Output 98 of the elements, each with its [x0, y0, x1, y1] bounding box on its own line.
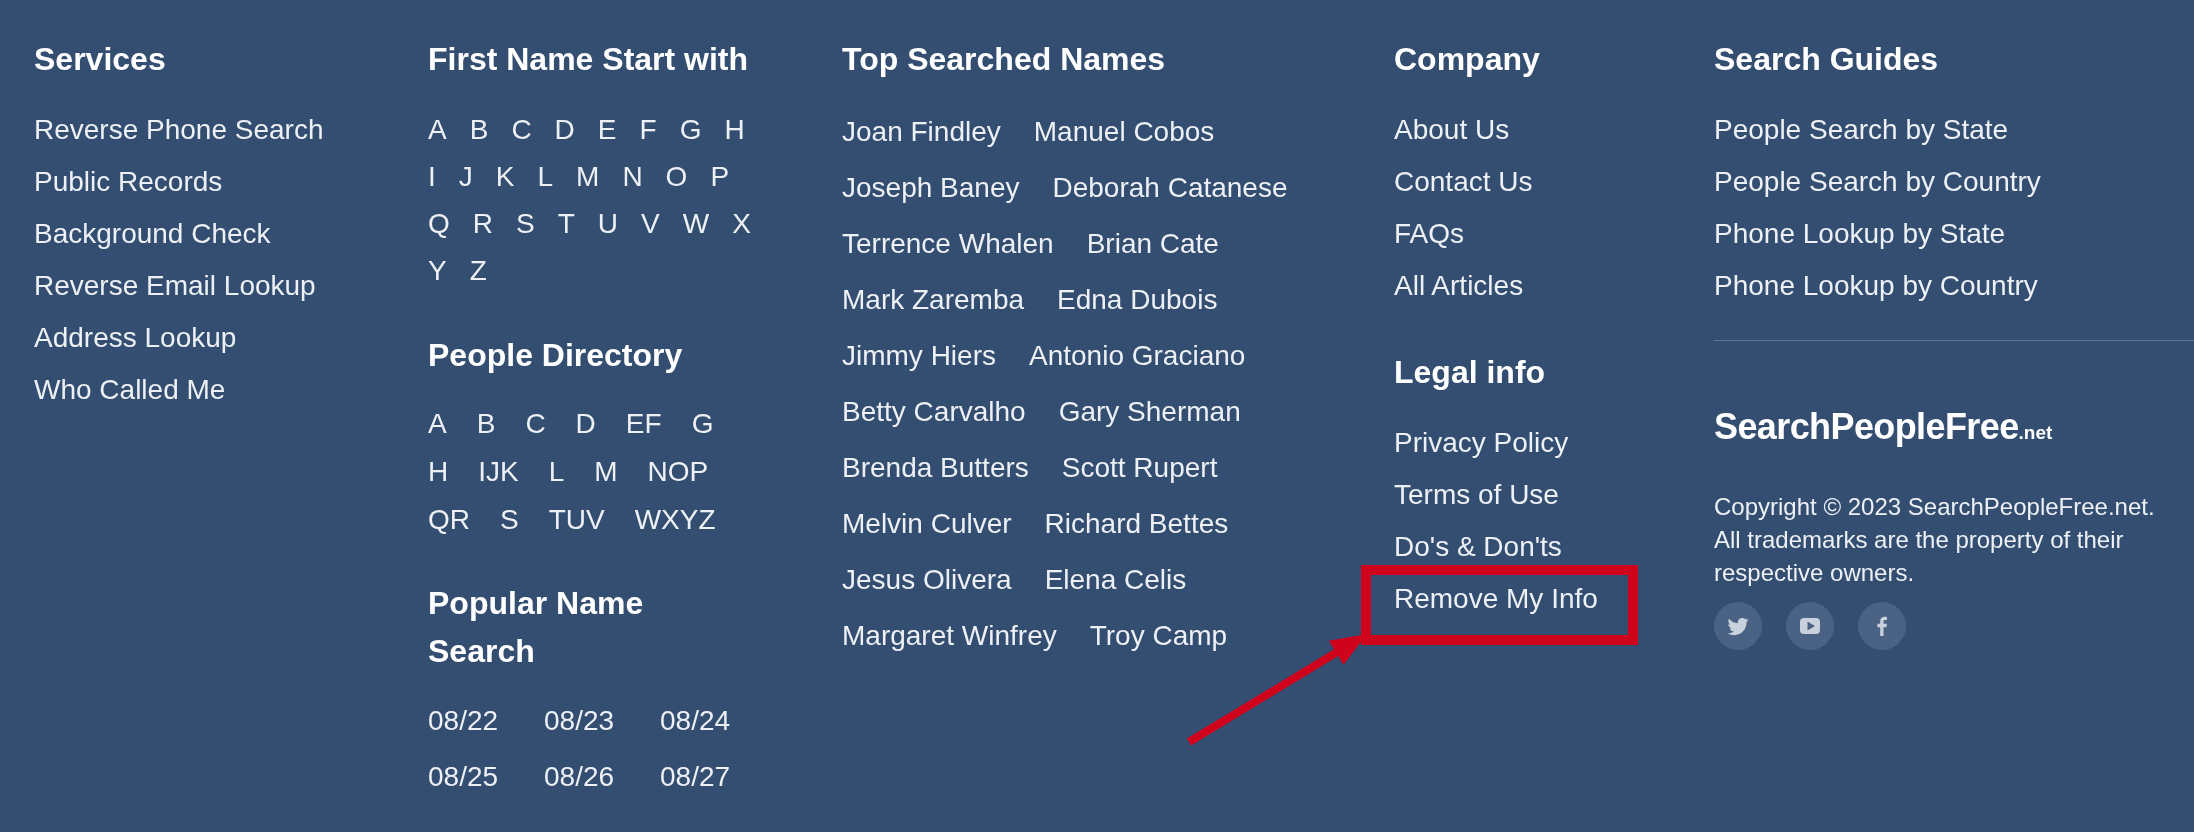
letter-link[interactable]: G: [679, 110, 702, 149]
footer-link[interactable]: Do's & Don'ts: [1394, 530, 1562, 562]
date-link[interactable]: 08/25: [428, 756, 499, 796]
footer-link[interactable]: People Search by Country: [1714, 162, 2041, 201]
name-link[interactable]: Betty Carvalho: [842, 391, 1026, 431]
letter-group-link[interactable]: A: [428, 403, 447, 443]
letter-group-link[interactable]: IJK: [478, 451, 519, 491]
name-link[interactable]: Jesus Olivera: [842, 559, 1012, 599]
name-link[interactable]: Elena Celis: [1044, 559, 1187, 599]
letter-group-link[interactable]: WXYZ: [634, 499, 716, 539]
date-link[interactable]: 08/26: [544, 756, 615, 796]
name-link[interactable]: Terrence Whalen: [842, 223, 1054, 263]
letter-group-link[interactable]: C: [525, 403, 546, 443]
site-logo: SearchPeopleFree.net: [1714, 405, 2053, 449]
name-link[interactable]: Gary Sherman: [1058, 391, 1241, 431]
letter-link[interactable]: L: [537, 157, 554, 196]
letter-group-link[interactable]: NOP: [647, 451, 709, 491]
name-link[interactable]: Richard Bettes: [1044, 503, 1229, 543]
letter-link[interactable]: E: [597, 110, 617, 149]
name-link[interactable]: Manuel Cobos: [1033, 111, 1215, 151]
name-link[interactable]: Jimmy Hiers: [842, 335, 996, 375]
letter-link[interactable]: T: [557, 204, 575, 243]
footer-link[interactable]: Reverse Phone Search: [34, 110, 324, 149]
footer-link[interactable]: Phone Lookup by Country: [1714, 266, 2038, 305]
footer-link[interactable]: Address Lookup: [34, 318, 237, 357]
name-link[interactable]: Joseph Baney: [842, 167, 1020, 207]
bird-icon[interactable]: [1714, 602, 1762, 650]
footer-link[interactable]: People Search by State: [1714, 110, 2009, 149]
date-link[interactable]: 08/27: [660, 756, 731, 796]
letter-link[interactable]: M: [576, 157, 600, 196]
letter-group-link[interactable]: S: [500, 499, 519, 539]
section-heading: Services: [34, 40, 166, 79]
letter-group-link[interactable]: H: [428, 451, 449, 491]
date-link[interactable]: 08/22: [428, 700, 499, 740]
letter-group-link[interactable]: EF: [625, 403, 662, 443]
letter-link[interactable]: C: [511, 110, 532, 149]
letter-f-icon[interactable]: [1858, 602, 1906, 650]
footer-link[interactable]: Terms of Use: [1394, 478, 1559, 510]
letter-link[interactable]: Q: [428, 204, 450, 243]
footer-link[interactable]: Reverse Email Lookup: [34, 266, 316, 305]
section-heading: People Directory: [428, 336, 683, 375]
name-link[interactable]: Mark Zaremba: [842, 279, 1025, 319]
footer-link[interactable]: All Articles: [1394, 266, 1524, 305]
letter-link[interactable]: U: [597, 204, 619, 243]
letter-link[interactable]: W: [682, 204, 710, 243]
name-link[interactable]: Brian Cate: [1086, 223, 1219, 263]
footer-link[interactable]: Remove My Info: [1394, 582, 1598, 614]
letter-group-link[interactable]: G: [691, 403, 714, 443]
letter-group-link[interactable]: B: [476, 403, 496, 443]
name-link[interactable]: Brenda Butters: [842, 447, 1029, 487]
letter-link[interactable]: O: [665, 157, 688, 196]
name-link[interactable]: Scott Rupert: [1061, 447, 1218, 487]
section-heading: Top Searched Names: [842, 40, 1166, 79]
name-link[interactable]: Joan Findley: [842, 111, 1001, 151]
name-link[interactable]: Troy Camp: [1089, 615, 1228, 655]
name-link[interactable]: Margaret Winfrey: [842, 615, 1057, 655]
letter-link[interactable]: J: [458, 157, 473, 196]
letter-group-link[interactable]: M: [594, 451, 618, 491]
footer-link[interactable]: Contact Us: [1394, 162, 1533, 201]
video-play-icon[interactable]: [1786, 602, 1834, 650]
letter-link[interactable]: N: [622, 157, 643, 196]
footer-link[interactable]: About Us: [1394, 110, 1510, 149]
name-link[interactable]: Antonio Graciano: [1029, 335, 1246, 375]
name-link[interactable]: Edna Dubois: [1057, 279, 1218, 319]
copyright-text: Copyright © 2023 SearchPeopleFree.net. All trademarks are the property of their respective owners.: [1714, 491, 2156, 588]
letter-group-link[interactable]: TUV: [548, 499, 605, 539]
letter-link[interactable]: F: [639, 110, 657, 149]
letter-link[interactable]: Z: [469, 251, 487, 290]
letter-group-link[interactable]: D: [575, 403, 596, 443]
section-heading: First Name Start with: [428, 40, 749, 79]
date-link[interactable]: 08/24: [660, 700, 731, 740]
footer-link[interactable]: Phone Lookup by State: [1714, 214, 2006, 253]
section-heading: Legal info: [1394, 353, 1546, 392]
date-link[interactable]: 08/23: [544, 700, 615, 740]
footer-link[interactable]: Background Check: [34, 214, 271, 253]
letter-link[interactable]: A: [428, 110, 447, 149]
name-link[interactable]: Deborah Catanese: [1052, 167, 1288, 207]
footer-link[interactable]: Who Called Me: [34, 370, 226, 409]
section-heading: Popular Name Search: [428, 584, 645, 671]
name-link[interactable]: Melvin Culver: [842, 503, 1012, 543]
letter-link[interactable]: Y: [428, 251, 447, 290]
letter-link[interactable]: I: [428, 157, 436, 196]
section-heading: Company: [1394, 40, 1540, 79]
letter-link[interactable]: V: [641, 204, 660, 243]
footer-link[interactable]: Public Records: [34, 162, 223, 201]
footer-link[interactable]: FAQs: [1394, 214, 1464, 253]
letter-link[interactable]: X: [732, 204, 751, 243]
letter-group-link[interactable]: L: [548, 451, 565, 491]
letter-group-link[interactable]: QR: [428, 499, 470, 539]
letter-link[interactable]: B: [469, 110, 489, 149]
footer-link[interactable]: Privacy Policy: [1394, 426, 1569, 458]
letter-link[interactable]: R: [472, 204, 493, 243]
letter-link[interactable]: S: [516, 204, 535, 243]
letter-link[interactable]: K: [495, 157, 515, 196]
letter-link[interactable]: H: [724, 110, 745, 149]
section-heading: Search Guides: [1714, 40, 1939, 79]
letter-link[interactable]: D: [554, 110, 575, 149]
letter-link[interactable]: P: [710, 157, 730, 196]
